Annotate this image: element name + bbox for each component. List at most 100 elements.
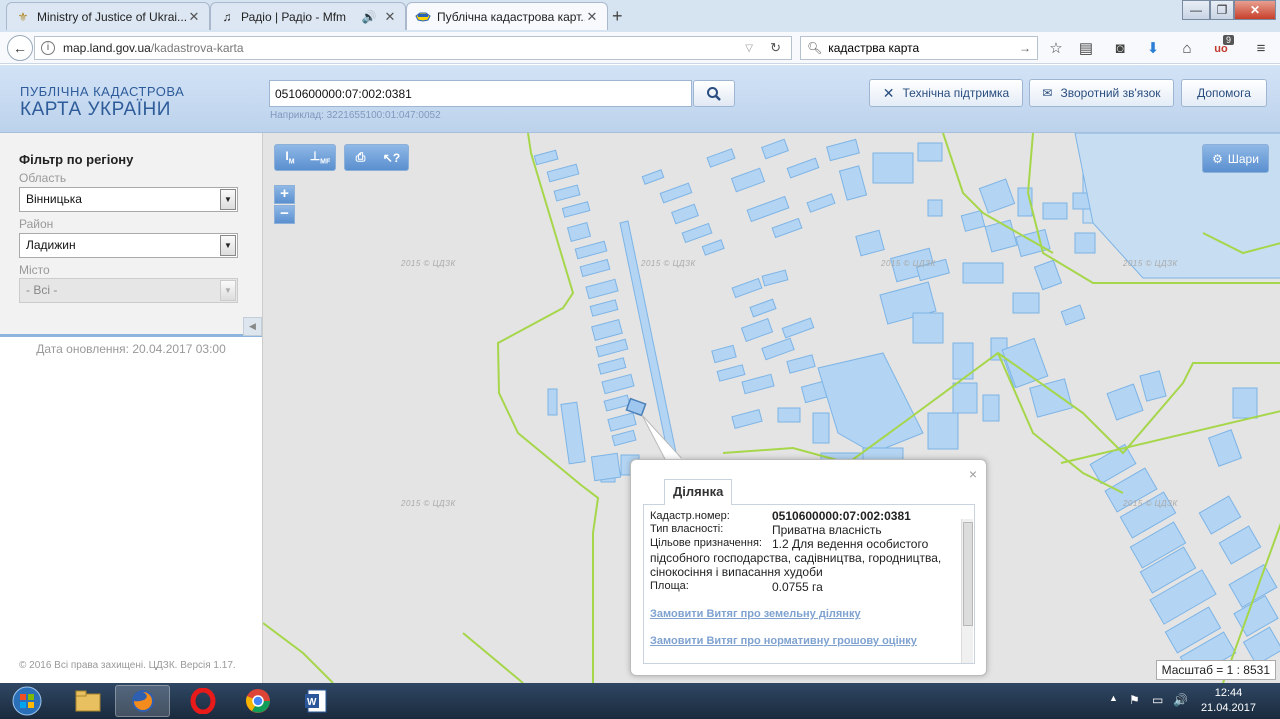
purpose-label: Цільове призначення: <box>650 537 762 549</box>
opera-icon[interactable] <box>175 685 230 717</box>
close-tab-icon[interactable]: ✕ <box>187 9 201 25</box>
tab-title: Ministry of Justice of Ukrai... <box>37 9 187 24</box>
reading-list-icon[interactable]: ▤ <box>1077 40 1095 58</box>
back-button[interactable]: ← <box>7 35 33 61</box>
dropdown-icon[interactable]: ▽ <box>745 43 753 54</box>
chevron-down-icon[interactable]: ▼ <box>220 189 236 210</box>
ukraine-map-icon <box>415 9 431 25</box>
watermark: 2015 © ЦДЗК <box>1123 499 1178 508</box>
purpose-value: 1.2 Для ведення особистого <box>772 537 929 551</box>
chevron-down-icon[interactable]: ▼ <box>220 235 236 256</box>
volume-icon[interactable]: 🔊 <box>1173 693 1188 707</box>
tools-icon: ✕ <box>882 84 895 101</box>
url-host: map.land.gov.ua <box>63 41 151 55</box>
region-filter: Фільтр по регіону Область Вінницька ▼ Ра… <box>0 133 262 337</box>
update-date: Дата оновлення: 20.04.2017 03:00 <box>36 342 226 356</box>
oblast-value: Вінницька <box>26 192 82 206</box>
cadastral-number-label: Кадастр.номер: <box>650 510 730 522</box>
bookmark-star-icon[interactable]: ☆ <box>1047 40 1065 58</box>
addon-badge: 9 <box>1223 35 1235 45</box>
popup-pointer <box>641 414 686 462</box>
system-clock[interactable]: 12:44 21.04.2017 <box>1201 686 1256 716</box>
gear-icon: ⚙ <box>1212 151 1223 166</box>
word-icon[interactable]: W <box>288 685 343 717</box>
home-icon[interactable]: ⌂ <box>1178 40 1196 58</box>
popup-scrollbar[interactable] <box>961 519 973 663</box>
site-info-icon[interactable]: i <box>41 41 55 55</box>
rayon-value: Ладижин <box>26 238 76 252</box>
logo-line-1: ПУБЛІЧНА КАДАСТРОВА <box>20 84 185 99</box>
ownership-value: Приватна власність <box>772 523 882 537</box>
pocket-icon[interactable]: ◙ <box>1111 40 1129 58</box>
order-valuation-extract-link[interactable]: Замовити Витяг про нормативну грошову оц… <box>650 635 917 647</box>
address-bar[interactable]: i map.land.gov.ua/kadastrova-karta ▽ ↻ <box>34 36 792 60</box>
close-tab-icon[interactable]: ✕ <box>585 9 599 25</box>
help-button[interactable]: Допомога <box>1181 79 1267 107</box>
tab-title: Радіо | Радіо - Mfm <box>241 9 347 24</box>
search-value: кадастрва карта <box>828 41 920 55</box>
svg-text:W: W <box>307 697 317 708</box>
tab-cadastral-map[interactable]: Публічна кадастрова карт... ✕ <box>406 2 608 30</box>
browser-tab-bar: ⚜ Ministry of Justice of Ukrai... ✕ ♫ Ра… <box>0 0 1280 32</box>
speaker-icon[interactable]: 🔊 <box>361 9 377 25</box>
collapse-sidebar-button[interactable]: ◀ <box>243 317 262 336</box>
layers-label: Шари <box>1227 151 1259 166</box>
watermark: 2015 © ЦДЗК <box>401 499 456 508</box>
file-explorer-icon[interactable] <box>60 685 115 717</box>
support-button[interactable]: ✕ Технічна підтримка <box>869 79 1023 107</box>
menu-icon[interactable]: ≡ <box>1252 40 1270 58</box>
filter-title: Фільтр по регіону <box>19 152 134 167</box>
chevron-down-icon: ▼ <box>220 280 236 301</box>
print-icon[interactable]: ⎙ <box>345 150 376 165</box>
minimize-button[interactable]: — <box>1182 0 1210 20</box>
tab-radio[interactable]: ♫ Радіо | Радіо - Mfm 🔊 ✕ <box>210 2 406 30</box>
city-select: - Всі - ▼ <box>19 278 238 303</box>
search-icon <box>707 87 721 101</box>
close-icon[interactable]: × <box>969 466 977 482</box>
rayon-select[interactable]: Ладижин ▼ <box>19 233 238 258</box>
window-close-button[interactable]: ✕ <box>1234 0 1276 20</box>
city-label: Місто <box>19 263 50 277</box>
zoom-out-button[interactable]: − <box>274 205 295 224</box>
close-tab-icon[interactable]: ✕ <box>383 9 397 25</box>
tab-parcel[interactable]: Ділянка <box>664 479 733 505</box>
cadastral-number-value: 0510600000:07:002:0381 <box>772 509 911 523</box>
support-label: Технічна підтримка <box>902 86 1010 100</box>
music-icon: ♫ <box>222 9 232 24</box>
chrome-icon[interactable] <box>230 685 285 717</box>
watermark: 2015 © ЦДЗК <box>881 259 936 268</box>
cadastral-search-input[interactable] <box>269 80 692 107</box>
zoom-in-button[interactable]: + <box>274 185 295 204</box>
scrollbar-thumb[interactable] <box>963 522 973 626</box>
layers-button[interactable]: ⚙ Шари <box>1202 144 1269 173</box>
tab-ministry[interactable]: ⚜ Ministry of Justice of Ukrai... ✕ <box>6 2 210 30</box>
maximize-button[interactable]: ❐ <box>1210 0 1234 20</box>
flag-icon[interactable]: ⚑ <box>1129 693 1140 707</box>
start-icon[interactable] <box>2 685 52 717</box>
oblast-select[interactable]: Вінницька ▼ <box>19 187 238 212</box>
taskbar: W ▲ ⚑ ▭ 🔊 12:44 21.04.2017 <box>0 683 1280 719</box>
firefox-icon[interactable] <box>115 685 170 717</box>
new-tab-button[interactable]: + <box>612 6 623 27</box>
parcel-details: Кадастр.номер: 0510600000:07:002:0381 Ти… <box>643 504 975 664</box>
oblast-label: Область <box>19 171 67 185</box>
identify-icon[interactable]: ↖? <box>376 151 407 165</box>
measure-line-button[interactable]: IM <box>275 149 305 165</box>
cadastral-search-button[interactable] <box>693 80 735 107</box>
search-icon: 🔍︎ <box>807 41 823 55</box>
reload-icon[interactable]: ↻ <box>770 40 781 56</box>
watermark: 2015 © ЦДЗК <box>1123 259 1178 268</box>
download-icon[interactable]: ⬇ <box>1144 40 1162 58</box>
emblem-icon: ⚜ <box>17 9 29 24</box>
order-parcel-extract-link[interactable]: Замовити Витяг про земельну ділянку <box>650 608 861 620</box>
tray-expand-icon[interactable]: ▲ <box>1109 693 1118 703</box>
tab-title: Публічна кадастрова карт... <box>437 9 585 24</box>
network-icon[interactable]: ▭ <box>1152 693 1163 707</box>
browser-search-box[interactable]: 🔍︎ кадастрва карта → <box>800 36 1038 60</box>
measure-area-button[interactable]: ⊥MF <box>305 149 335 165</box>
purpose-value-cont: сінокосіння і випасання худоби <box>650 565 823 579</box>
feedback-button[interactable]: ✉ Зворотний зв'язок <box>1029 79 1174 107</box>
envelope-icon: ✉ <box>1042 86 1053 100</box>
rayon-label: Район <box>19 217 54 231</box>
go-arrow-icon[interactable]: → <box>1019 41 1031 55</box>
